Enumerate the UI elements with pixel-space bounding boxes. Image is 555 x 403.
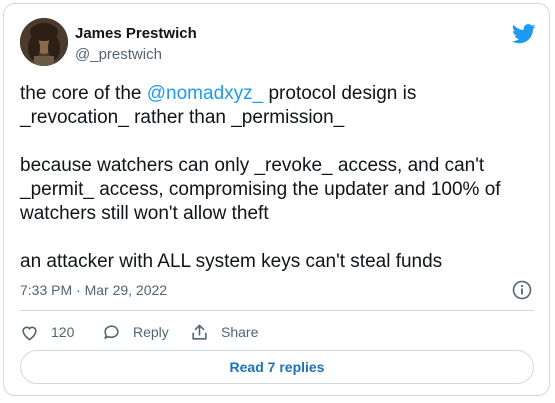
avatar[interactable] — [20, 18, 68, 66]
tweet-timestamp[interactable]: 7:33 PM · Mar 29, 2022 — [20, 282, 167, 298]
author-name[interactable]: James Prestwich — [75, 25, 197, 42]
author-handle[interactable]: @_prestwich — [75, 46, 162, 63]
read-replies-button[interactable]: Read 7 replies — [20, 350, 534, 384]
divider — [20, 310, 534, 311]
tweet-text-segment: the core of the — [20, 83, 147, 104]
tweet-paragraph-1: the core of the @nomadxyz_ protocol desi… — [20, 82, 540, 130]
share-button[interactable]: Share — [190, 318, 258, 346]
like-count: 120 — [51, 324, 75, 340]
heart-icon — [22, 326, 37, 341]
like-button[interactable]: 120 — [20, 318, 74, 346]
reply-icon — [104, 324, 119, 339]
twitter-bird-icon[interactable] — [512, 24, 536, 44]
mention-link[interactable]: @nomadxyz_ — [147, 83, 263, 104]
info-icon[interactable] — [512, 280, 532, 300]
tweet-paragraph-2: because watchers can only _revoke_ acces… — [20, 155, 501, 224]
avatar-image — [20, 18, 68, 66]
tweet-text: the core of the @nomadxyz_ protocol desi… — [20, 82, 540, 274]
reply-button[interactable]: Reply — [102, 318, 169, 346]
reply-label: Reply — [133, 324, 169, 340]
tweet-card: James Prestwich @_prestwich the core of … — [3, 3, 550, 396]
tweet-paragraph-3: an attacker with ALL system keys can't s… — [20, 251, 443, 272]
share-label: Share — [221, 324, 259, 340]
share-icon — [192, 324, 207, 340]
